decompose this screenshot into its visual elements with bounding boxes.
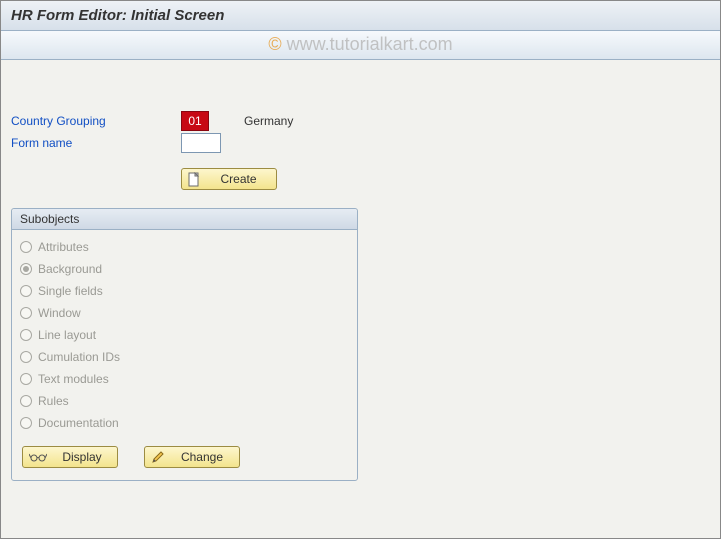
radio-icon xyxy=(20,241,32,253)
page-title: HR Form Editor: Initial Screen xyxy=(11,7,224,24)
subobject-radio-background[interactable]: Background xyxy=(20,258,349,280)
subobject-radio-attributes[interactable]: Attributes xyxy=(20,236,349,258)
radio-icon xyxy=(20,373,32,385)
row-country-grouping: Country Grouping 01 Germany xyxy=(11,110,710,132)
radio-icon xyxy=(20,329,32,341)
pencil-icon xyxy=(151,450,165,464)
radio-icon xyxy=(20,395,32,407)
content-area: Country Grouping 01 Germany Form name Cr… xyxy=(1,60,720,491)
radio-icon xyxy=(20,307,32,319)
subobject-radio-single-fields[interactable]: Single fields xyxy=(20,280,349,302)
toolbar-strip xyxy=(1,31,720,60)
subobject-radio-window[interactable]: Window xyxy=(20,302,349,324)
change-button[interactable]: Change xyxy=(144,446,240,468)
display-button[interactable]: Display xyxy=(22,446,118,468)
country-grouping-text: Germany xyxy=(244,114,293,128)
glasses-icon xyxy=(29,452,47,462)
label-form-name: Form name xyxy=(11,136,181,150)
subobject-radio-documentation[interactable]: Documentation xyxy=(20,412,349,434)
display-button-label: Display xyxy=(53,450,111,464)
new-document-icon xyxy=(188,172,201,187)
app-window: HR Form Editor: Initial Screen © www.tut… xyxy=(0,0,721,539)
radio-icon xyxy=(20,351,32,363)
radio-label: Documentation xyxy=(38,416,119,430)
subobjects-button-row: Display Change xyxy=(12,434,357,468)
radio-label: Window xyxy=(38,306,81,320)
create-button-label: Create xyxy=(207,172,270,186)
subobjects-group: Subobjects Attributes Background Single fi… xyxy=(11,208,358,481)
label-country-grouping: Country Grouping xyxy=(11,114,181,128)
form-name-input[interactable] xyxy=(181,133,221,153)
title-bar: HR Form Editor: Initial Screen xyxy=(1,1,720,31)
country-grouping-input[interactable]: 01 xyxy=(181,111,209,131)
radio-icon xyxy=(20,263,32,275)
radio-label: Attributes xyxy=(38,240,89,254)
radio-label: Line layout xyxy=(38,328,96,342)
subobjects-radio-list: Attributes Background Single fields Window L… xyxy=(12,230,357,434)
create-row: Create xyxy=(11,168,710,190)
radio-label: Single fields xyxy=(38,284,103,298)
row-form-name: Form name xyxy=(11,132,710,154)
create-button[interactable]: Create xyxy=(181,168,277,190)
radio-icon xyxy=(20,285,32,297)
subobject-radio-rules[interactable]: Rules xyxy=(20,390,349,412)
radio-label: Cumulation IDs xyxy=(38,350,120,364)
radio-label: Rules xyxy=(38,394,69,408)
radio-label: Background xyxy=(38,262,102,276)
change-button-label: Change xyxy=(171,450,233,464)
subobject-radio-line-layout[interactable]: Line layout xyxy=(20,324,349,346)
radio-label: Text modules xyxy=(38,372,109,386)
subobject-radio-text-modules[interactable]: Text modules xyxy=(20,368,349,390)
subobject-radio-cumulation-ids[interactable]: Cumulation IDs xyxy=(20,346,349,368)
subobjects-title: Subobjects xyxy=(12,209,357,230)
radio-icon xyxy=(20,417,32,429)
